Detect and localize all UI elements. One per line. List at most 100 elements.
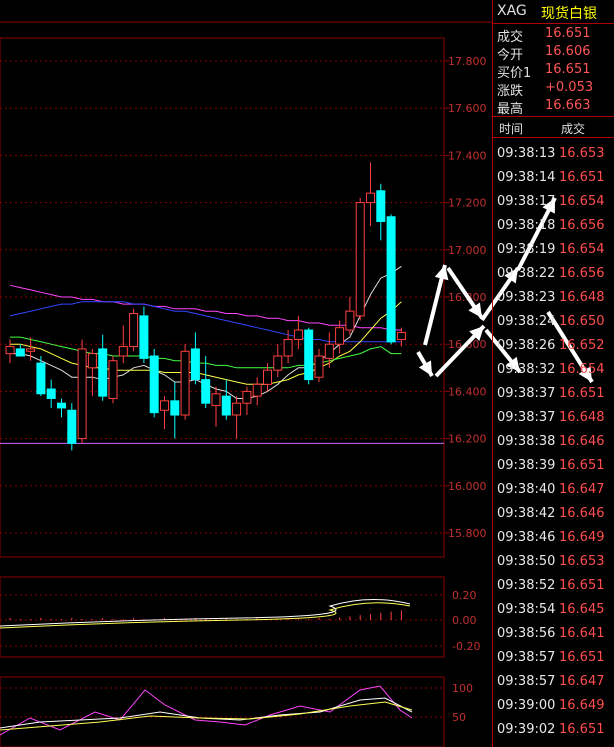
tick-price: 16.646 [559, 506, 605, 521]
tick-time: 09:38:37 [497, 386, 556, 401]
tick-row: 09:38:17 16.654 [493, 190, 614, 214]
tick-price: 16.647 [559, 482, 605, 497]
symbol-name: 现货白银 [541, 6, 597, 22]
candle-body [98, 348, 108, 397]
tick-time: 09:38:24 [497, 314, 556, 329]
candle-body [118, 346, 128, 357]
quote-value: 16.606 [545, 44, 591, 59]
tick-price: 16.651 [559, 578, 605, 593]
quote-label: 今开 [497, 48, 524, 63]
candle-body [26, 348, 36, 352]
tick-row: 09:38:37 16.651 [493, 382, 614, 406]
tick-time: 09:38:23 [497, 290, 556, 305]
quote-row: 最高 16.663 [493, 98, 614, 117]
tick-row: 09:38:38 16.646 [493, 430, 614, 454]
candle-body [283, 338, 293, 357]
quote-label: 成交 [497, 30, 524, 45]
ma-line [9, 284, 402, 331]
tick-price: 16.645 [559, 602, 605, 617]
y-tick-label: 16.200 [448, 433, 487, 446]
tick-price: 16.651 [559, 170, 605, 185]
tick-row: 09:38:57 16.647 [493, 670, 614, 694]
candle-body [324, 343, 334, 359]
candle-body [160, 400, 169, 411]
tick-row: 09:38:50 16.653 [493, 550, 614, 574]
tick-price: 16.654 [559, 242, 605, 257]
tick-row: 09:39:00 16.649 [493, 694, 614, 718]
quote-value: 16.651 [545, 62, 591, 77]
tick-time: 09:38:40 [497, 482, 556, 497]
tick-row: 09:38:14 16.651 [493, 166, 614, 190]
tick-price: 16.649 [559, 698, 605, 713]
tick-row: 09:38:24 16.650 [493, 310, 614, 334]
candle-body [149, 355, 159, 414]
candle-body [87, 353, 97, 369]
candle-body [211, 393, 221, 407]
tick-row: 09:38:56 16.641 [493, 622, 614, 646]
tick-row: 09:38:23 16.648 [493, 286, 614, 310]
y-tick-label: 0.00 [452, 614, 477, 627]
tick-price: 16.654 [559, 194, 605, 209]
macd-panel-frame [0, 576, 445, 658]
y-tick-label: 17.800 [448, 55, 487, 68]
quote-label: 涨跌 [497, 84, 524, 99]
ticks-header: 时间 成交 [493, 116, 614, 138]
kdj-d-line [0, 701, 413, 731]
candle-body [335, 327, 345, 345]
quote-row: 今开 16.606 [493, 44, 614, 63]
kdj-j-line [0, 685, 413, 736]
tick-price: 16.648 [559, 290, 605, 305]
tick-row: 09:38:37 16.648 [493, 406, 614, 430]
quote-row: 成交 16.651 [493, 26, 614, 45]
candle-body [180, 350, 190, 416]
tick-price: 16.651 [559, 386, 605, 401]
y-tick-label: 0.20 [452, 589, 477, 602]
tick-price: 16.646 [559, 434, 605, 449]
candle-body [36, 362, 46, 395]
tick-price: 16.650 [559, 314, 605, 329]
candle-body [273, 355, 283, 371]
tick-row: 09:38:46 16.649 [493, 526, 614, 550]
candle-body [108, 360, 118, 399]
candle-body [386, 216, 396, 343]
candle-body [355, 202, 365, 317]
tick-row: 09:38:52 16.651 [493, 574, 614, 598]
candle-body [190, 348, 200, 381]
tick-price: 16.641 [559, 626, 605, 641]
candle-body [77, 348, 87, 440]
y-tick-label: 17.000 [448, 244, 487, 257]
tick-price: 16.653 [559, 146, 605, 161]
tick-price: 16.651 [559, 650, 605, 665]
candle-body [304, 329, 314, 381]
tick-time: 09:38:46 [497, 530, 556, 545]
tick-price: 16.648 [559, 410, 605, 425]
tick-time: 09:38:56 [497, 626, 556, 641]
tick-time: 09:39:02 [497, 722, 556, 737]
tick-time: 09:38:50 [497, 554, 556, 569]
candle-body [396, 331, 406, 340]
quote-value: +0.053 [545, 80, 594, 95]
quote-value: 16.663 [545, 98, 591, 113]
tick-price: 16.654 [559, 362, 605, 377]
tick-time: 09:39:00 [497, 698, 556, 713]
tick-time: 09:38:52 [497, 578, 556, 593]
candle-body [293, 329, 303, 340]
tick-row: 09:38:18 16.656 [493, 214, 614, 238]
ticks-header-price: 成交 [561, 122, 586, 136]
candle-body [139, 315, 149, 359]
tick-time: 09:38:17 [497, 194, 556, 209]
tick-row: 09:38:57 16.651 [493, 646, 614, 670]
candle-body [263, 369, 272, 385]
tick-time: 09:38:37 [497, 410, 556, 425]
right-panel: XAG 现货白银 成交 16.651 今开 16.606 买价1 16.651 涨跌 +0.0… [492, 0, 614, 747]
tick-time: 09:38:18 [497, 218, 556, 233]
tick-time: 09:38:42 [497, 506, 556, 521]
candle-body [201, 379, 211, 404]
candle-body [5, 346, 15, 355]
tick-time: 09:38:26 [497, 338, 556, 353]
tick-price: 16.651 [559, 458, 605, 473]
tick-row: 09:38:32 16.654 [493, 358, 614, 382]
y-tick-label: 17.400 [448, 149, 487, 162]
candle-body [221, 395, 231, 416]
tick-time: 09:38:32 [497, 362, 556, 377]
